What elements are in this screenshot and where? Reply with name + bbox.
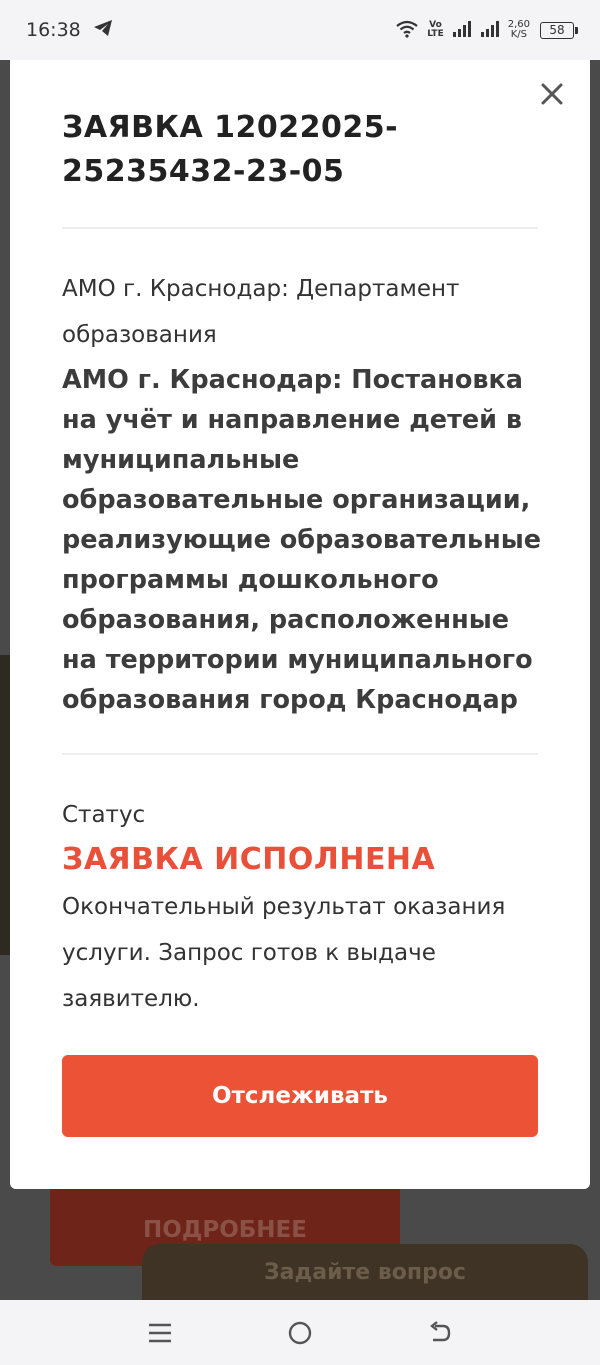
status-right: Vo LTE 2,60 K/S 58	[395, 20, 578, 41]
clock: 16:38	[26, 19, 81, 41]
application-modal: ЗАЯВКА 12022025-25235432-23-05 АМО г. Кр…	[10, 60, 590, 1189]
track-button[interactable]: Отслеживать	[62, 1055, 538, 1137]
menu-icon	[149, 1323, 171, 1342]
net-speed-unit: K/S	[510, 29, 527, 40]
status-value: ЗАЯВКА ИСПОЛНЕНА	[62, 842, 436, 877]
wifi-icon	[395, 20, 419, 41]
close-icon	[541, 83, 563, 105]
close-button[interactable]	[534, 76, 570, 112]
status-bar: 16:38 Vo LTE 2,60 K/S 58	[0, 0, 600, 60]
application-title: ЗАЯВКА 12022025-25235432-23-05	[62, 110, 399, 189]
nav-home-button[interactable]	[270, 1308, 330, 1358]
home-icon	[288, 1321, 312, 1344]
divider	[62, 227, 538, 229]
department-name: АМО г. Краснодар: Департамент образовани…	[62, 276, 460, 348]
status-label: Статус	[62, 802, 146, 828]
status-description: Окончательный результат оказания услуги.…	[62, 894, 506, 1012]
ask-question-button: Задайте вопрос	[142, 1244, 588, 1300]
signal-icon	[480, 20, 500, 40]
signal-icon	[452, 20, 472, 40]
volte-bottom: LTE	[427, 29, 444, 39]
net-speed: 2,60 K/S	[508, 20, 530, 40]
nav-back-button[interactable]	[410, 1308, 470, 1358]
service-name: АМО г. Краснодар: Постановка на учёт и н…	[62, 365, 542, 715]
status-left: 16:38	[26, 19, 113, 42]
nav-menu-button[interactable]	[130, 1308, 190, 1358]
telegram-icon	[93, 19, 113, 42]
navigation-bar	[0, 1300, 600, 1365]
back-icon	[430, 1320, 451, 1341]
volte-indicator: Vo LTE	[427, 21, 444, 39]
battery-indicator: 58	[540, 21, 578, 39]
divider	[62, 753, 538, 755]
